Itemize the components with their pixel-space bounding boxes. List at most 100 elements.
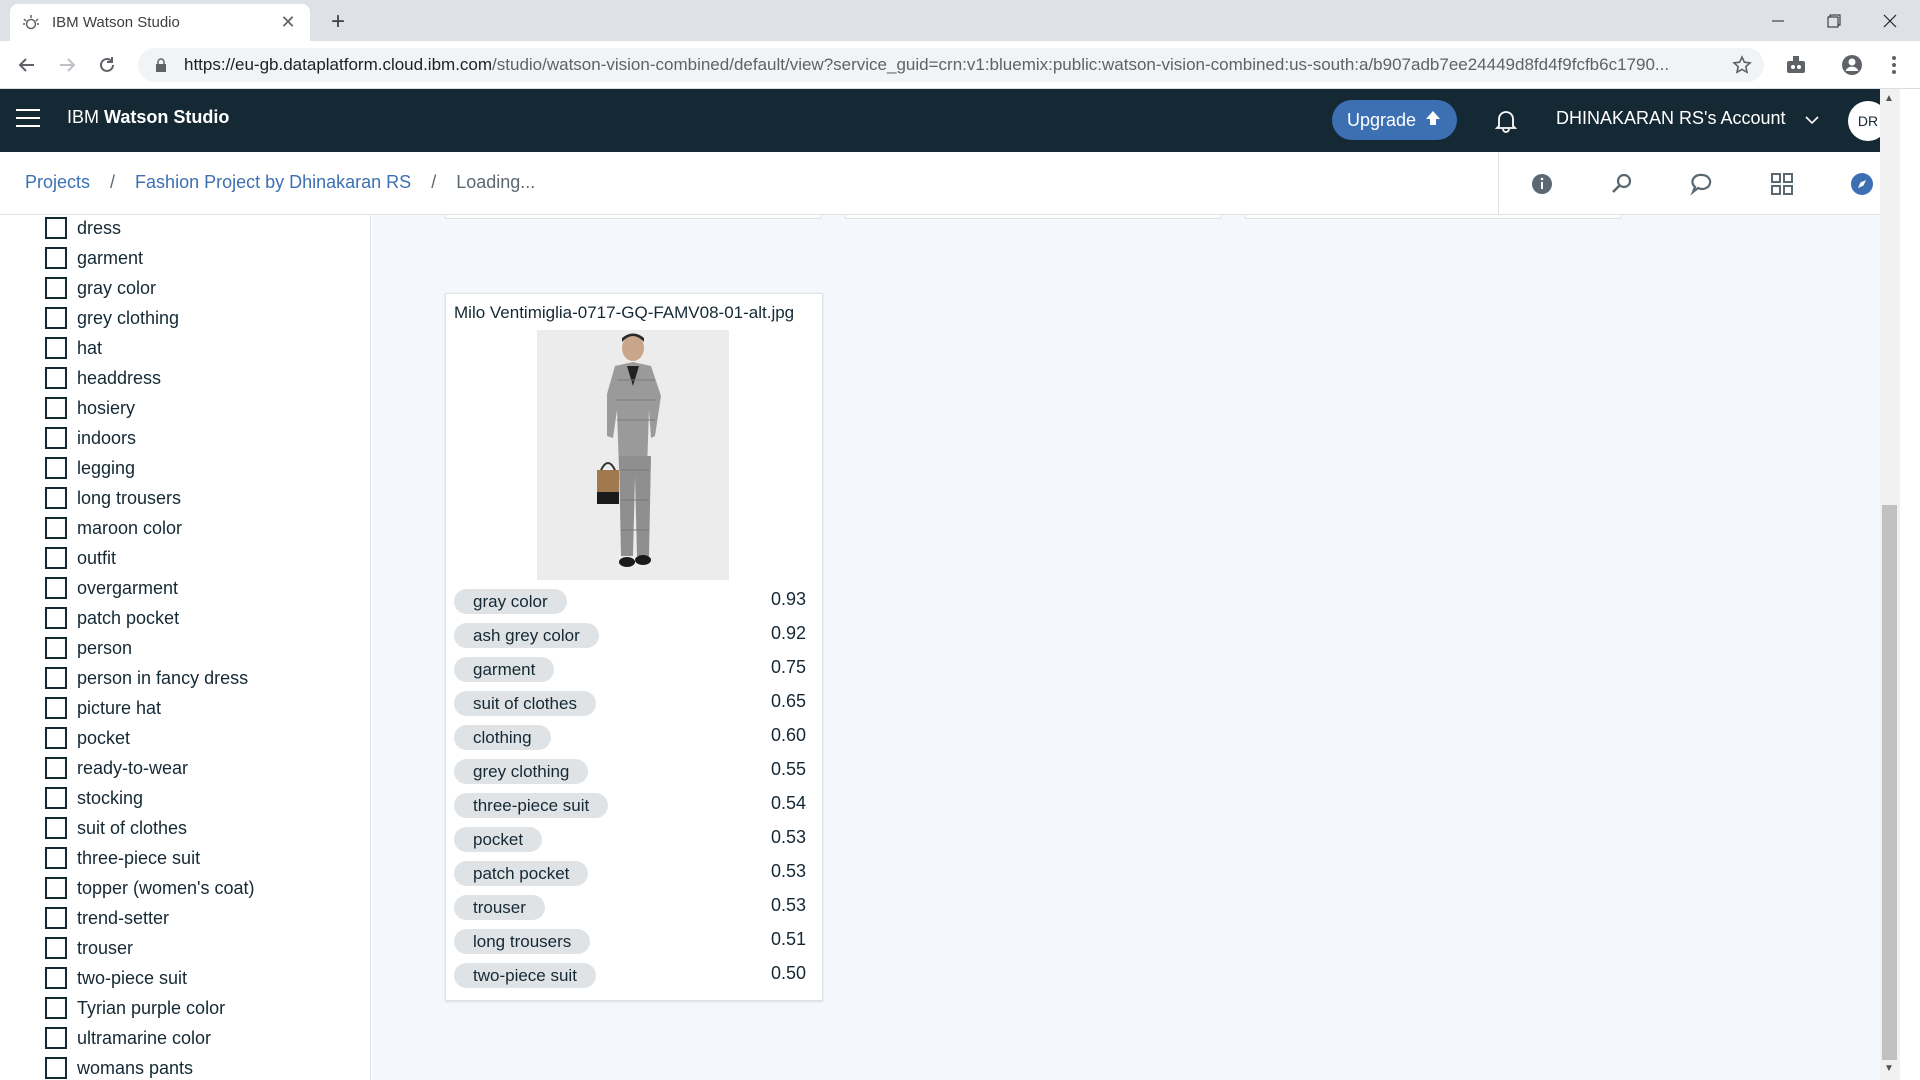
scroll-down-icon[interactable]: ▼ [1884, 1063, 1894, 1074]
filter-item[interactable]: legging [45, 455, 135, 481]
filter-checkbox[interactable] [45, 337, 67, 359]
tag-chip[interactable]: trouser [454, 895, 545, 920]
tab-close-icon[interactable]: ✕ [278, 12, 298, 33]
results-area[interactable]: Milo Ventimiglia-0717-GQ-FAMV08-01-alt.j… [372, 215, 1880, 1080]
upgrade-button[interactable]: Upgrade [1332, 100, 1457, 140]
filter-item[interactable]: hosiery [45, 395, 135, 421]
find-data-icon[interactable] [1609, 171, 1635, 197]
tag-chip[interactable]: ash grey color [454, 623, 599, 648]
filter-item[interactable]: gray color [45, 275, 156, 301]
tag-chip[interactable]: long trousers [454, 929, 591, 954]
scrollbar-thumb[interactable] [1882, 505, 1897, 1060]
scroll-up-icon[interactable]: ▲ [1884, 93, 1894, 104]
back-icon[interactable] [13, 51, 41, 79]
image-result-card[interactable]: Milo Ventimiglia-0717-GQ-FAMV08-01-alt.j… [445, 293, 823, 1001]
comments-icon[interactable] [1689, 171, 1715, 197]
filter-item[interactable]: person [45, 635, 132, 661]
filter-item[interactable]: outfit [45, 545, 116, 571]
filter-item[interactable]: grey clothing [45, 305, 179, 331]
account-switcher[interactable]: DHINAKARAN RS's Account [1556, 108, 1786, 129]
filter-item[interactable]: patch pocket [45, 605, 179, 631]
tag-chip[interactable]: gray color [454, 589, 567, 614]
filter-item[interactable]: picture hat [45, 695, 161, 721]
filter-checkbox[interactable] [45, 757, 67, 779]
filter-checkbox[interactable] [45, 667, 67, 689]
filter-checkbox[interactable] [45, 1057, 67, 1079]
filter-checkbox[interactable] [45, 457, 67, 479]
filter-item[interactable]: ready-to-wear [45, 755, 188, 781]
filter-checkbox[interactable] [45, 817, 67, 839]
filter-checkbox[interactable] [45, 577, 67, 599]
breadcrumb-projects[interactable]: Projects [25, 172, 90, 193]
filter-checkbox[interactable] [45, 997, 67, 1019]
filter-checkbox[interactable] [45, 727, 67, 749]
filter-sidebar[interactable]: dress garment gray color grey clothing h… [0, 215, 371, 1080]
filter-item[interactable]: hat [45, 335, 102, 361]
tag-chip[interactable]: clothing [454, 725, 551, 750]
tag-chip[interactable]: patch pocket [454, 861, 589, 886]
filter-checkbox[interactable] [45, 217, 67, 239]
filter-checkbox[interactable] [45, 907, 67, 929]
grid-view-icon[interactable] [1769, 171, 1795, 197]
filter-checkbox[interactable] [45, 307, 67, 329]
filter-item[interactable]: person in fancy dress [45, 665, 248, 691]
filter-item[interactable]: topper (women's coat) [45, 875, 255, 901]
profile-icon[interactable] [1838, 51, 1866, 79]
filter-checkbox[interactable] [45, 607, 67, 629]
filter-item[interactable]: trend-setter [45, 905, 169, 931]
filter-checkbox[interactable] [45, 967, 67, 989]
filter-item[interactable]: womans pants [45, 1055, 193, 1080]
app-brand[interactable]: IBM Watson Studio [67, 107, 229, 128]
tag-chip[interactable]: grey clothing [454, 759, 589, 784]
chevron-down-icon[interactable] [1805, 113, 1819, 127]
filter-checkbox[interactable] [45, 877, 67, 899]
filter-checkbox[interactable] [45, 367, 67, 389]
browser-menu-icon[interactable] [1880, 51, 1908, 79]
filter-item[interactable]: headdress [45, 365, 161, 391]
filter-item[interactable]: suit of clothes [45, 815, 187, 841]
tag-chip[interactable]: three-piece suit [454, 793, 609, 818]
info-icon[interactable] [1529, 171, 1555, 197]
minimize-icon[interactable] [1750, 0, 1806, 41]
filter-item[interactable]: two-piece suit [45, 965, 187, 991]
filter-item[interactable]: three-piece suit [45, 845, 200, 871]
new-tab-icon[interactable]: + [324, 8, 352, 36]
bookmark-star-icon[interactable] [1728, 51, 1756, 79]
filter-checkbox[interactable] [45, 397, 67, 419]
filter-item[interactable]: pocket [45, 725, 130, 751]
compass-icon[interactable] [1849, 171, 1875, 197]
tag-chip[interactable]: pocket [454, 827, 543, 852]
filter-item[interactable]: overgarment [45, 575, 178, 601]
filter-item[interactable]: ultramarine color [45, 1025, 211, 1051]
filter-item[interactable]: trouser [45, 935, 133, 961]
filter-checkbox[interactable] [45, 1027, 67, 1049]
filter-checkbox[interactable] [45, 487, 67, 509]
tag-chip[interactable]: two-piece suit [454, 963, 596, 988]
filter-checkbox[interactable] [45, 517, 67, 539]
reload-icon[interactable] [93, 51, 121, 79]
breadcrumb-project[interactable]: Fashion Project by Dhinakaran RS [135, 172, 411, 193]
hamburger-menu-icon[interactable] [16, 109, 40, 131]
filter-checkbox[interactable] [45, 247, 67, 269]
extension-robot-icon[interactable] [1782, 51, 1810, 79]
filter-checkbox[interactable] [45, 427, 67, 449]
filter-item[interactable]: indoors [45, 425, 136, 451]
forward-icon[interactable] [53, 51, 81, 79]
notifications-bell-icon[interactable] [1493, 108, 1519, 134]
close-window-icon[interactable] [1862, 0, 1918, 41]
filter-item[interactable]: Tyrian purple color [45, 995, 225, 1021]
restore-icon[interactable] [1806, 0, 1862, 41]
filter-checkbox[interactable] [45, 637, 67, 659]
filter-checkbox[interactable] [45, 847, 67, 869]
filter-item[interactable]: long trousers [45, 485, 181, 511]
filter-checkbox[interactable] [45, 937, 67, 959]
filter-item[interactable]: stocking [45, 785, 143, 811]
address-bar[interactable]: https://eu-gb.dataplatform.cloud.ibm.com… [138, 48, 1764, 82]
filter-item[interactable]: maroon color [45, 515, 182, 541]
tag-chip[interactable]: suit of clothes [454, 691, 596, 716]
filter-checkbox[interactable] [45, 547, 67, 569]
filter-checkbox[interactable] [45, 277, 67, 299]
filter-checkbox[interactable] [45, 697, 67, 719]
filter-item[interactable]: garment [45, 245, 143, 271]
filter-item[interactable]: dress [45, 215, 121, 241]
